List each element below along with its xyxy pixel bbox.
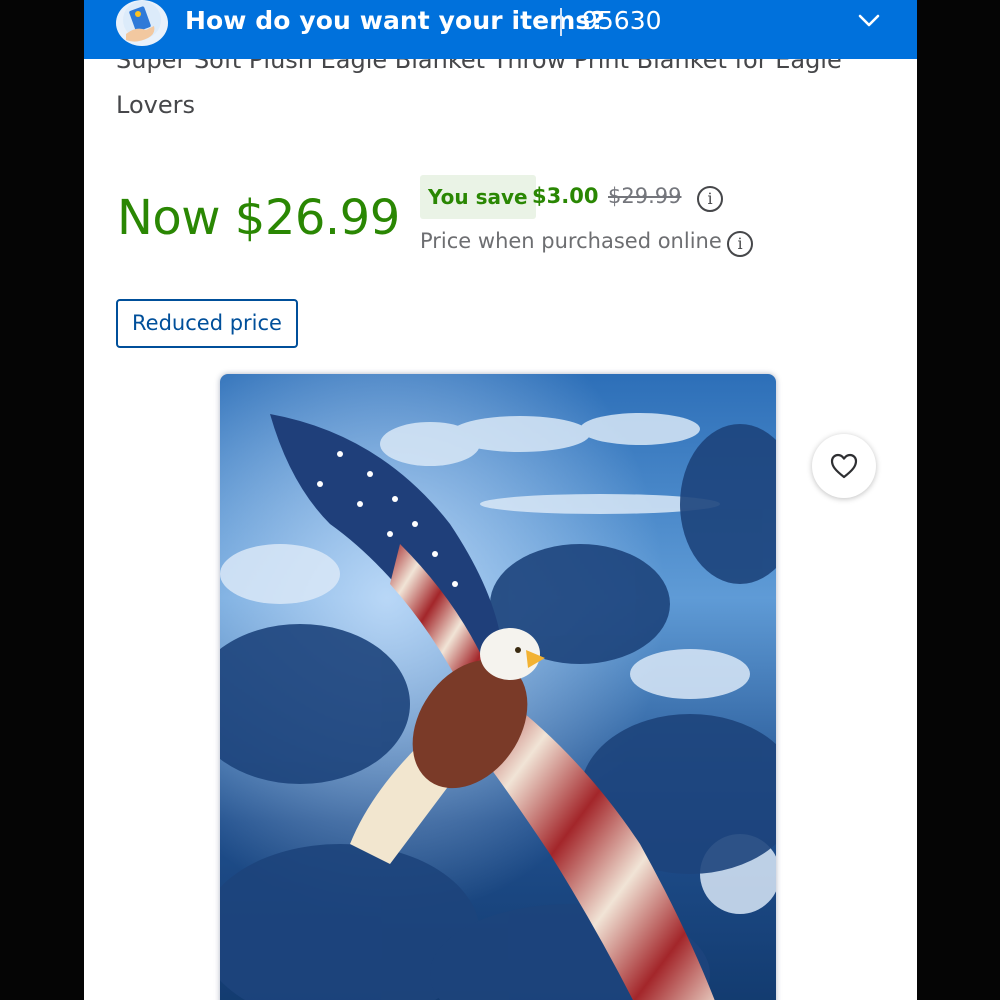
chevron-down-icon[interactable] [856, 10, 882, 30]
bar-divider [560, 8, 562, 36]
heart-icon [830, 453, 858, 479]
save-amount: $3.00 [532, 184, 599, 208]
delivery-options-bar[interactable]: How do you want your items? 95630 [84, 0, 917, 59]
product-image[interactable] [220, 374, 776, 1000]
product-page: How do you want your items? 95630 Super … [84, 0, 917, 1000]
eagle-blanket-image [220, 374, 776, 1000]
you-save-badge: You save [420, 175, 536, 219]
zip-code: 95630 [582, 6, 662, 35]
info-icon[interactable]: i [697, 186, 723, 212]
online-price-note: Price when purchased online [420, 229, 722, 253]
reduced-price-badge: Reduced price [116, 299, 298, 348]
delivery-prompt: How do you want your items? [185, 6, 605, 35]
original-price: $29.99 [608, 184, 682, 208]
current-price: Now $26.99 [117, 190, 400, 246]
favorite-button[interactable] [812, 434, 876, 498]
product-title-line2: Lovers [116, 91, 195, 119]
info-icon[interactable]: i [727, 231, 753, 257]
delivery-avatar-icon [116, 0, 168, 46]
